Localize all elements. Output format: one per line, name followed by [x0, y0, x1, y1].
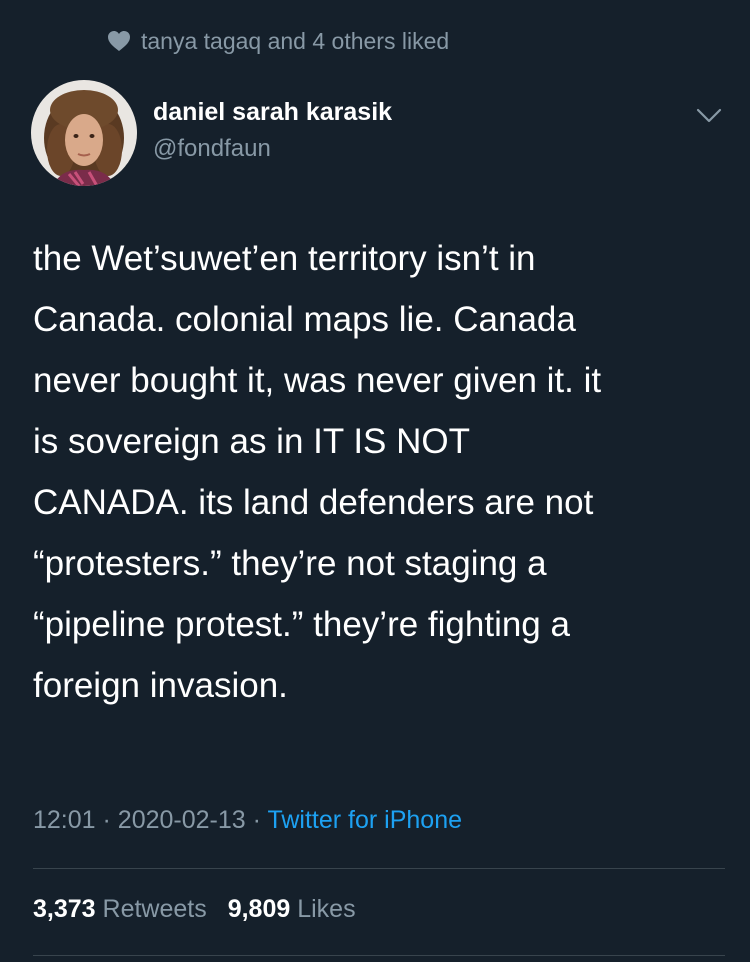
social-context[interactable]: tanya tagaq and 4 others liked: [107, 26, 449, 56]
tweet-detail: tanya tagaq and 4 others liked daniel sa…: [0, 0, 750, 962]
handle[interactable]: @fondfaun: [153, 135, 271, 163]
heart-icon: [107, 30, 131, 52]
retweets-count: 3,373: [33, 895, 96, 923]
tweet-text: the Wet’suwet’en territory isn’t in Cana…: [33, 239, 602, 705]
likes-label: Likes: [297, 895, 356, 923]
tweet-date: 2020-02-13: [117, 806, 246, 834]
divider: [33, 868, 725, 869]
engagement-stats: 3,373 Retweets 9,809 Likes: [33, 895, 356, 924]
likes-stat[interactable]: 9,809 Likes: [228, 895, 356, 923]
likes-count: 9,809: [227, 895, 291, 923]
tweet-time: 12:01: [33, 806, 96, 834]
meta-separator: ·: [102, 806, 111, 834]
display-name[interactable]: daniel sarah karasik: [153, 98, 392, 127]
social-context-text: tanya tagaq and 4 others liked: [141, 27, 450, 54]
chevron-down-icon[interactable]: [694, 104, 724, 128]
retweets-label: Retweets: [102, 895, 207, 923]
meta-separator: ·: [252, 806, 261, 834]
retweets-stat[interactable]: 3,373 Retweets: [33, 895, 214, 923]
divider: [33, 955, 725, 956]
avatar[interactable]: [31, 80, 137, 186]
tweet-source-link[interactable]: Twitter for iPhone: [267, 806, 462, 834]
tweet-metadata: 12:01 · 2020-02-13 · Twitter for iPhone: [33, 806, 462, 835]
